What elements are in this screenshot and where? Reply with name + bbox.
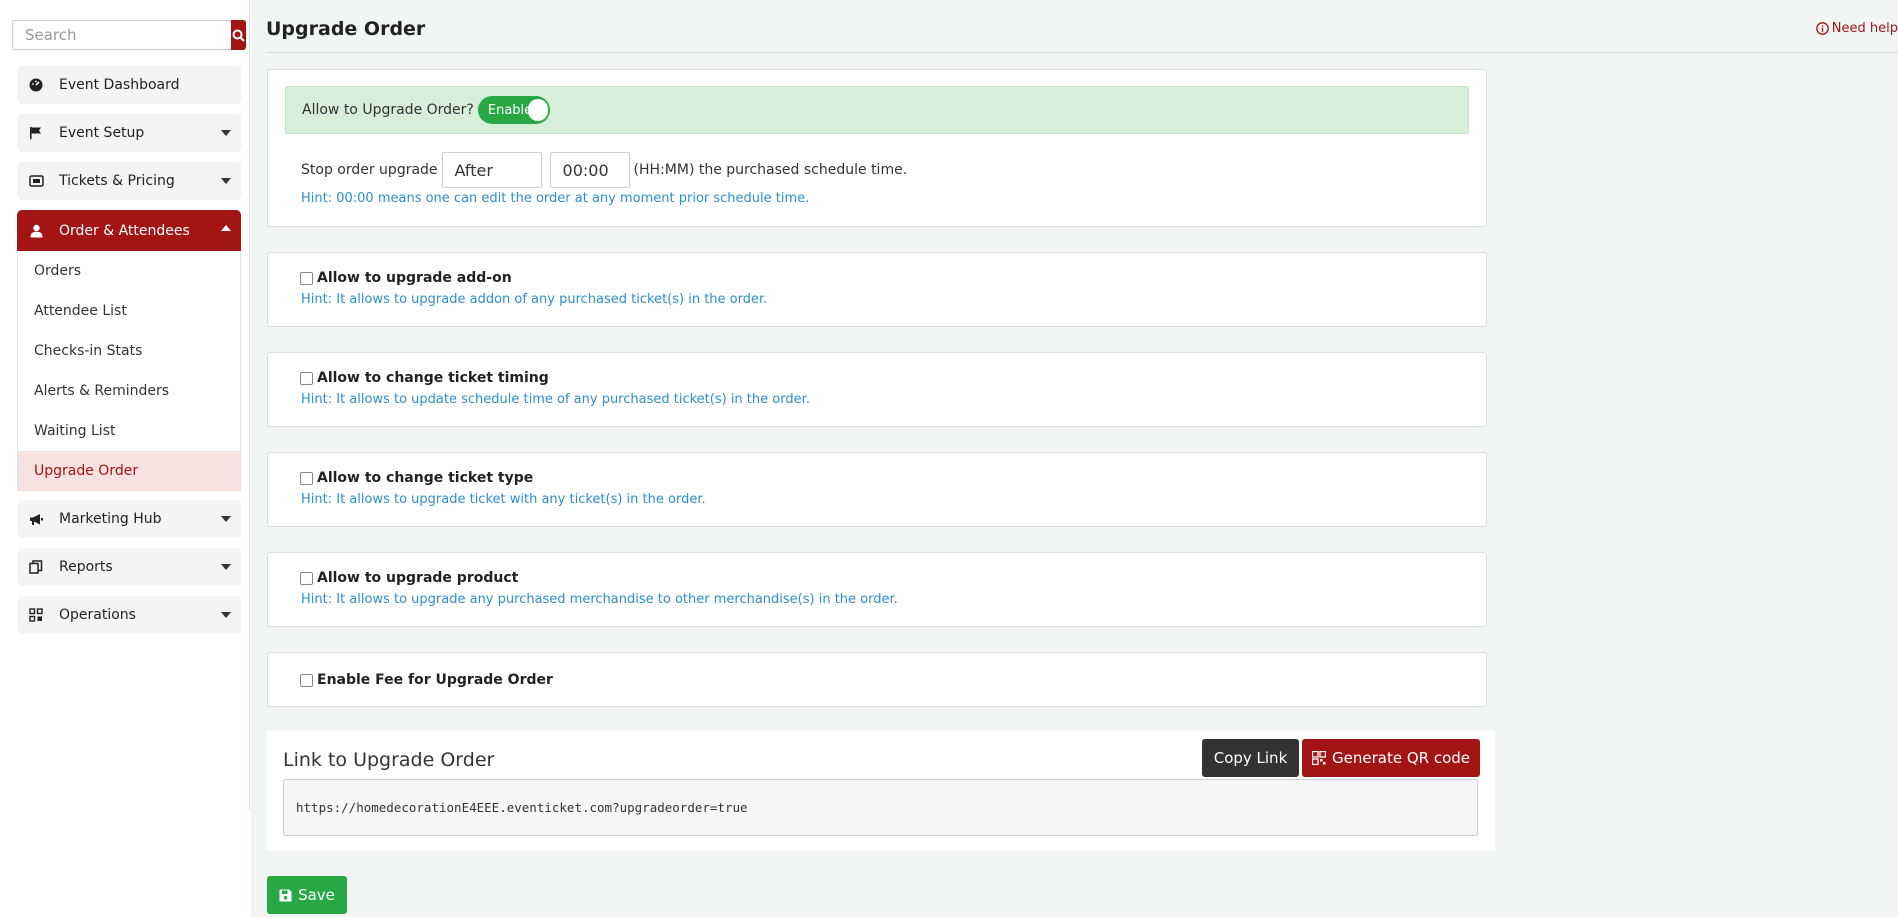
stop-when-select[interactable]: After bbox=[441, 152, 542, 188]
ticket-icon bbox=[27, 172, 45, 190]
sidebar-item-operations[interactable]: Operations bbox=[17, 596, 241, 634]
qr-icon bbox=[1312, 751, 1326, 765]
flag-icon bbox=[27, 124, 45, 142]
stop-upgrade-row: Stop order upgrade After 00:00 (HH:MM) t… bbox=[301, 152, 907, 188]
chevron-up-icon bbox=[221, 225, 231, 231]
upgrade-product-checkbox[interactable] bbox=[300, 571, 313, 585]
submenu-item-label: Checks-in Stats bbox=[34, 343, 143, 359]
chevron-down-icon bbox=[221, 564, 231, 570]
chevron-down-icon bbox=[221, 516, 231, 522]
option-label: Allow to change ticket type bbox=[317, 470, 534, 486]
save-icon bbox=[279, 889, 292, 901]
upgrade-addon-checkbox[interactable] bbox=[300, 271, 313, 285]
fee-label: Enable Fee for Upgrade Order bbox=[317, 672, 553, 688]
search-button[interactable] bbox=[231, 20, 246, 50]
toggle-knob bbox=[527, 99, 548, 121]
operations-icon bbox=[27, 606, 45, 624]
user-icon bbox=[27, 222, 45, 240]
submenu-item-label: Upgrade Order bbox=[34, 463, 139, 479]
submenu-item-attendee-list[interactable]: Attendee List bbox=[18, 291, 240, 331]
enable-fee-checkbox[interactable] bbox=[300, 673, 313, 687]
fee-checkbox-row: Enable Fee for Upgrade Order bbox=[300, 672, 553, 688]
option-label: Allow to change ticket timing bbox=[317, 370, 549, 386]
chevron-down-icon bbox=[221, 178, 231, 184]
main-content: Upgrade Order Need help Allow to Upgrade… bbox=[251, 0, 1898, 917]
save-label: Save bbox=[298, 886, 335, 904]
sidebar-item-reports[interactable]: Reports bbox=[17, 548, 241, 586]
sidebar-item-marketing-hub[interactable]: Marketing Hub bbox=[17, 500, 241, 538]
sidebar-item-label: Operations bbox=[59, 607, 136, 623]
submenu-item-label: Attendee List bbox=[34, 303, 127, 319]
page-title: Upgrade Order bbox=[266, 18, 426, 40]
change-ticket-type-checkbox[interactable] bbox=[300, 471, 313, 485]
sidebar-item-label: Tickets & Pricing bbox=[59, 173, 175, 189]
option-hint: Hint: It allows to upgrade any purchased… bbox=[301, 592, 898, 607]
allow-upgrade-label: Allow to Upgrade Order? bbox=[302, 102, 474, 118]
sidebar: Event Dashboard Event Setup Tickets & Pr… bbox=[0, 0, 250, 810]
addon-checkbox-row: Allow to upgrade add-on bbox=[300, 270, 512, 286]
info-icon bbox=[1815, 22, 1829, 35]
help-label: Need help bbox=[1831, 21, 1898, 36]
sidebar-item-tickets-pricing[interactable]: Tickets & Pricing bbox=[17, 162, 241, 200]
search-input[interactable] bbox=[12, 20, 231, 50]
option-card-ticket-type: Allow to change ticket type Hint: It all… bbox=[267, 452, 1487, 527]
sidebar-item-label: Order & Attendees bbox=[59, 222, 190, 239]
divider bbox=[266, 52, 1898, 53]
option-label: Allow to upgrade add-on bbox=[317, 270, 512, 286]
search-bar bbox=[12, 20, 246, 50]
search-icon bbox=[232, 29, 245, 42]
stop-upgrade-hint: Hint: 00:00 means one can edit the order… bbox=[301, 191, 810, 206]
ticket-timing-checkbox-row: Allow to change ticket timing bbox=[300, 370, 549, 386]
enable-toggle[interactable]: Enable bbox=[477, 96, 550, 124]
upgrade-settings-card: Allow to Upgrade Order? Enable Stop orde… bbox=[267, 69, 1487, 227]
option-hint: Hint: It allows to update schedule time … bbox=[301, 392, 810, 407]
allow-upgrade-bar: Allow to Upgrade Order? Enable bbox=[285, 86, 1469, 134]
option-label: Allow to upgrade product bbox=[317, 570, 519, 586]
sidebar-item-event-dashboard[interactable]: Event Dashboard bbox=[17, 66, 241, 104]
option-hint: Hint: It allows to upgrade addon of any … bbox=[301, 292, 768, 307]
save-button[interactable]: Save bbox=[267, 876, 347, 914]
product-checkbox-row: Allow to upgrade product bbox=[300, 570, 518, 586]
ticket-type-checkbox-row: Allow to change ticket type bbox=[300, 470, 533, 486]
generate-qr-button[interactable]: Generate QR code bbox=[1302, 739, 1480, 777]
megaphone-icon bbox=[27, 510, 45, 528]
link-title: Link to Upgrade Order bbox=[283, 749, 495, 771]
stop-upgrade-suffix: (HH:MM) the purchased schedule time. bbox=[633, 162, 908, 178]
submenu-item-label: Orders bbox=[34, 263, 82, 279]
stop-upgrade-label: Stop order upgrade bbox=[301, 162, 438, 178]
fee-card: Enable Fee for Upgrade Order bbox=[267, 652, 1487, 707]
submenu-item-checks-in-stats[interactable]: Checks-in Stats bbox=[18, 331, 240, 371]
change-ticket-timing-checkbox[interactable] bbox=[300, 371, 313, 385]
sidebar-item-label: Event Dashboard bbox=[59, 77, 180, 93]
stop-when-value: After bbox=[454, 160, 493, 180]
submenu-item-upgrade-order[interactable]: Upgrade Order bbox=[18, 451, 240, 491]
copy-link-button[interactable]: Copy Link bbox=[1202, 739, 1299, 777]
submenu-item-label: Alerts & Reminders bbox=[34, 383, 170, 399]
option-card-ticket-timing: Allow to change ticket timing Hint: It a… bbox=[267, 352, 1487, 427]
qr-label: Generate QR code bbox=[1332, 749, 1470, 767]
help-link[interactable]: Need help bbox=[1815, 21, 1898, 36]
option-card-addon: Allow to upgrade add-on Hint: It allows … bbox=[267, 252, 1487, 327]
stop-time-value: 00:00 bbox=[562, 160, 609, 180]
chevron-down-icon bbox=[221, 612, 231, 618]
sidebar-item-order-attendees[interactable]: Order & Attendees bbox=[17, 210, 241, 251]
submenu-item-waiting-list[interactable]: Waiting List bbox=[18, 411, 240, 451]
submenu-order-attendees: Orders Attendee List Checks-in Stats Ale… bbox=[17, 251, 241, 491]
submenu-item-alerts-reminders[interactable]: Alerts & Reminders bbox=[18, 371, 240, 411]
reports-icon bbox=[27, 558, 45, 576]
option-card-product: Allow to upgrade product Hint: It allows… bbox=[267, 552, 1487, 627]
upgrade-link-panel: Link to Upgrade Order Copy Link Generate… bbox=[267, 731, 1495, 851]
sidebar-item-label: Reports bbox=[59, 559, 113, 575]
dashboard-icon bbox=[27, 76, 45, 94]
option-hint: Hint: It allows to upgrade ticket with a… bbox=[301, 492, 706, 507]
sidebar-item-label: Event Setup bbox=[59, 125, 145, 141]
stop-time-input[interactable]: 00:00 bbox=[549, 152, 630, 188]
chevron-down-icon bbox=[221, 130, 231, 136]
toggle-label: Enable bbox=[487, 102, 533, 118]
submenu-item-orders[interactable]: Orders bbox=[18, 251, 240, 291]
sidebar-item-event-setup[interactable]: Event Setup bbox=[17, 114, 241, 152]
upgrade-link-url[interactable]: https://homedecorationE4EEE.eventicket.c… bbox=[283, 779, 1478, 836]
submenu-item-label: Waiting List bbox=[34, 423, 116, 439]
sidebar-item-label: Marketing Hub bbox=[59, 511, 162, 527]
